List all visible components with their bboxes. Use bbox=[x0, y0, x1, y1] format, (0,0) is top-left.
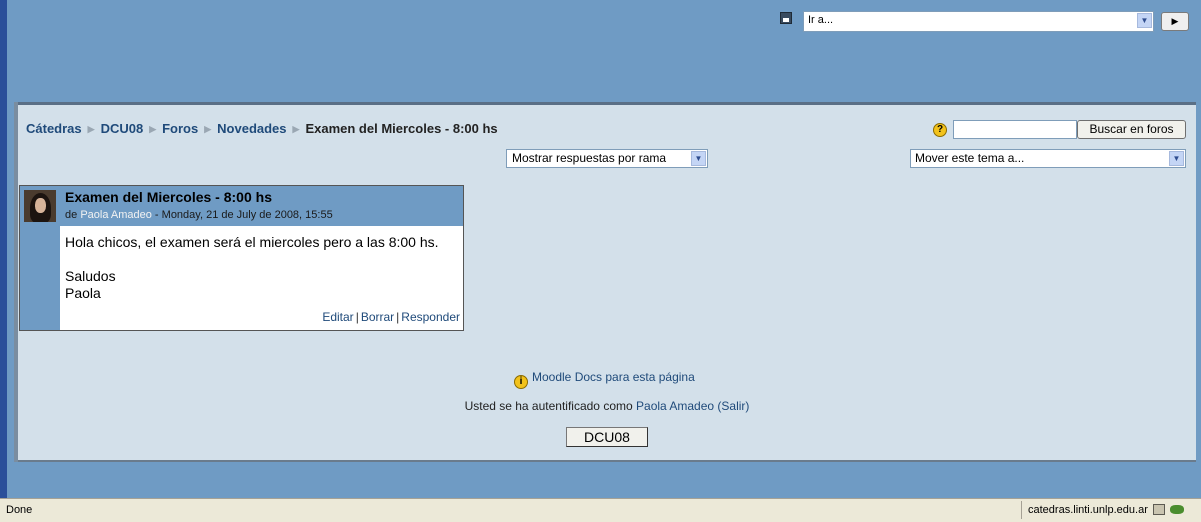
help-icon[interactable]: ? bbox=[933, 123, 947, 137]
chevron-down-icon[interactable]: ▼ bbox=[691, 151, 706, 166]
avatar-face bbox=[35, 198, 46, 213]
main-content: Cátedras ▶ DCU08 ▶ Foros ▶ Novedades ▶ Examen de… bbox=[18, 105, 1196, 462]
action-separator: | bbox=[355, 310, 359, 324]
jump-go-button[interactable]: ▶ bbox=[1161, 12, 1189, 31]
post-title: Examen del Miercoles - 8:00 hs bbox=[65, 189, 272, 205]
post-actions: Editar | Borrar | Responder bbox=[322, 310, 460, 324]
breadcrumb: Cátedras ▶ DCU08 ▶ Foros ▶ Novedades ▶ Examen de… bbox=[26, 121, 498, 136]
chevron-down-icon[interactable]: ▼ bbox=[1169, 151, 1184, 166]
breadcrumb-item-catedras[interactable]: Cátedras bbox=[26, 121, 82, 136]
login-prefix: Usted se ha autentificado como bbox=[464, 399, 633, 413]
moodle-docs-link[interactable]: Moodle Docs para esta página bbox=[532, 370, 695, 384]
breadcrumb-item-novedades[interactable]: Novedades bbox=[217, 121, 286, 136]
breadcrumb-separator-icon: ▶ bbox=[292, 124, 300, 134]
breadcrumb-separator-icon: ▶ bbox=[204, 124, 212, 134]
search-forums-button[interactable]: Buscar en foros bbox=[1077, 120, 1186, 139]
delete-link[interactable]: Borrar bbox=[361, 310, 394, 324]
forum-post: Examen del Miercoles - 8:00 hs de Paola … bbox=[19, 185, 464, 331]
post-author-link[interactable]: Paola Amadeo bbox=[80, 209, 152, 221]
window-border bbox=[0, 0, 7, 498]
edit-link[interactable]: Editar bbox=[322, 310, 353, 324]
chevron-down-icon[interactable]: ▼ bbox=[1137, 13, 1152, 28]
move-topic-select[interactable]: Mover este tema a... ▼ bbox=[910, 149, 1186, 168]
display-mode-select[interactable]: Mostrar respuestas por rama ▼ bbox=[506, 149, 708, 168]
post-meta: de Paola Amadeo - Monday, 21 de July de … bbox=[65, 209, 333, 221]
post-body-line bbox=[65, 251, 439, 268]
jump-to-value: Ir a... bbox=[808, 14, 834, 26]
post-body-line: Hola chicos, el examen será el miercoles… bbox=[65, 234, 439, 250]
login-info: Usted se ha autentificado como Paola Ama… bbox=[18, 399, 1196, 413]
move-topic-value: Mover este tema a... bbox=[915, 151, 1025, 165]
lock-icon bbox=[1153, 504, 1165, 515]
save-icon[interactable] bbox=[780, 12, 792, 24]
status-domain: catedras.linti.unlp.edu.ar bbox=[1028, 504, 1148, 516]
breadcrumb-separator-icon: ▶ bbox=[149, 124, 157, 134]
reply-link[interactable]: Responder bbox=[401, 310, 460, 324]
moodle-docs: i Moodle Docs para esta página bbox=[514, 370, 695, 389]
post-body-line: Saludos bbox=[65, 268, 116, 284]
browser-statusbar: Done catedras.linti.unlp.edu.ar bbox=[0, 498, 1201, 522]
info-icon: i bbox=[514, 375, 528, 389]
logout-link[interactable]: (Salir) bbox=[717, 399, 749, 413]
breadcrumb-current: Examen del Miercoles - 8:00 hs bbox=[305, 121, 498, 136]
post-header: Examen del Miercoles - 8:00 hs de Paola … bbox=[60, 186, 463, 226]
forum-search-input[interactable] bbox=[953, 120, 1077, 139]
status-divider bbox=[1021, 501, 1022, 519]
jump-to-select[interactable]: Ir a... ▼ bbox=[803, 11, 1154, 32]
post-body-line: Paola bbox=[65, 285, 101, 301]
avatar[interactable] bbox=[24, 190, 56, 222]
status-text: Done bbox=[6, 504, 33, 516]
post-body: Hola chicos, el examen será el miercoles… bbox=[65, 234, 439, 302]
breadcrumb-item-dcu08[interactable]: DCU08 bbox=[101, 121, 144, 136]
breadcrumb-separator-icon: ▶ bbox=[87, 124, 95, 134]
network-icon bbox=[1170, 505, 1184, 514]
action-separator: | bbox=[396, 310, 400, 324]
user-profile-link[interactable]: Paola Amadeo bbox=[636, 399, 714, 413]
post-by: de bbox=[65, 209, 78, 221]
course-home-button[interactable]: DCU08 bbox=[566, 427, 648, 447]
display-mode-value: Mostrar respuestas por rama bbox=[512, 151, 667, 165]
breadcrumb-item-foros[interactable]: Foros bbox=[162, 121, 198, 136]
post-date: Monday, 21 de July de 2008, 15:55 bbox=[161, 209, 333, 221]
